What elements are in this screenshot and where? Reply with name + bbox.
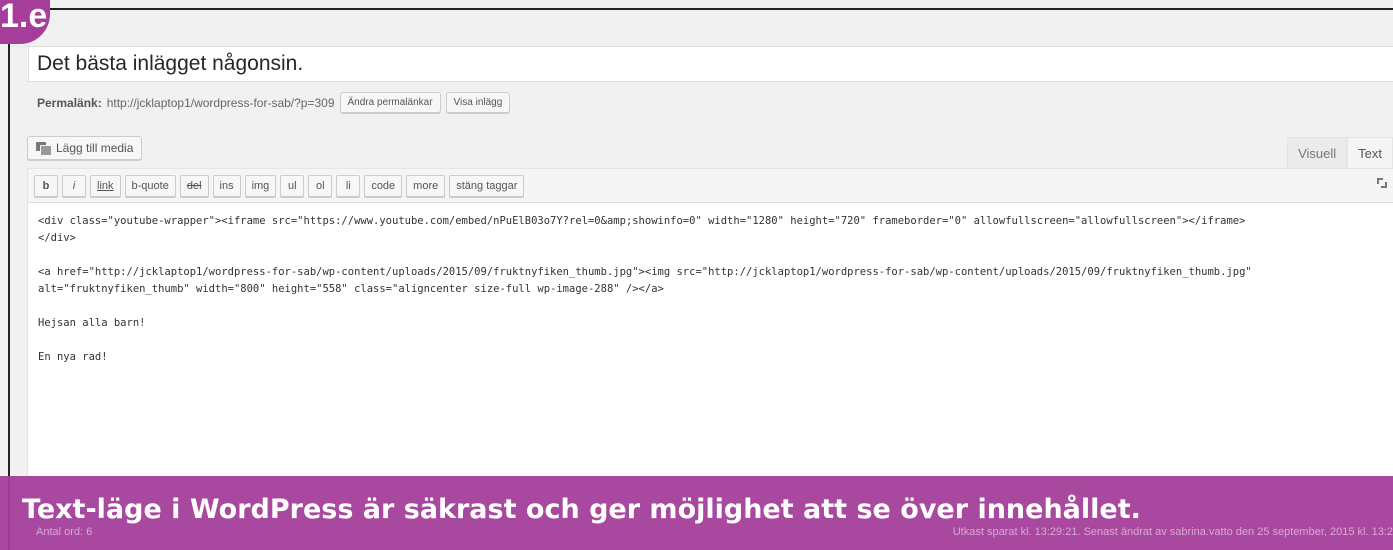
content-line: alt="fruktnyfiken_thumb" width="800" hei…: [38, 283, 664, 295]
top-strip: [10, 10, 1393, 47]
qt-close-tags-button[interactable]: stäng taggar: [449, 174, 525, 197]
qt-link-button[interactable]: link: [90, 174, 121, 197]
editor-tabs: Visuell Text: [1287, 137, 1393, 169]
edit-permalink-button[interactable]: Ändra permalänkar: [339, 92, 441, 113]
qt-ins-button[interactable]: ins: [212, 174, 241, 197]
content-line: </div>: [38, 232, 76, 244]
content-line: <div class="youtube-wrapper"><iframe src…: [38, 215, 1246, 227]
editor-content[interactable]: <div class="youtube-wrapper"><iframe src…: [28, 203, 1393, 376]
qt-more-button[interactable]: more: [406, 174, 446, 197]
qt-del-button[interactable]: del: [179, 174, 209, 197]
autosave-status: Utkast sparat kl. 13:29:21. Senast ändra…: [952, 526, 1393, 538]
word-count: Antal ord: 6: [36, 526, 93, 538]
qt-bold-button[interactable]: b: [34, 174, 58, 197]
permalink-url[interactable]: http://jcklaptop1/wordpress-for-sab/?p=3…: [107, 96, 335, 110]
permalink-label: Permalänk:: [37, 95, 102, 110]
qt-ol-button[interactable]: ol: [308, 174, 333, 197]
fullscreen-icon[interactable]: [1377, 178, 1387, 188]
qt-code-button[interactable]: code: [364, 174, 403, 197]
qt-italic-button[interactable]: i: [62, 174, 86, 197]
content-line: <a href="http://jcklaptop1/wordpress-for…: [38, 266, 1252, 278]
content-line: En nya rad!: [38, 351, 108, 363]
qt-ul-button[interactable]: ul: [280, 174, 305, 197]
add-media-label: Lägg till media: [56, 141, 134, 155]
view-post-button[interactable]: Visa inlägg: [445, 92, 511, 113]
add-media-button[interactable]: Lägg till media: [27, 136, 143, 160]
editor-status-bar: Antal ord: 6 Utkast sparat kl. 13:29:21.…: [36, 526, 1393, 538]
media-icon: [36, 142, 52, 156]
qt-li-button[interactable]: li: [336, 174, 361, 197]
qt-img-button[interactable]: img: [244, 174, 277, 197]
caption-text: Text-läge i WordPress är säkrast och ger…: [22, 494, 1141, 525]
tab-text[interactable]: Text: [1347, 137, 1393, 169]
post-title-input[interactable]: Det bästa inlägget någonsin.: [28, 46, 1393, 82]
qt-blockquote-button[interactable]: b-quote: [124, 174, 176, 197]
content-line: Hejsan alla barn!: [38, 317, 146, 329]
tab-visual[interactable]: Visuell: [1287, 137, 1348, 169]
permalink-row: Permalänk: http://jcklaptop1/wordpress-f…: [37, 92, 511, 113]
quicktags-toolbar: b i link b-quote del ins img ul ol li co…: [28, 169, 1393, 203]
